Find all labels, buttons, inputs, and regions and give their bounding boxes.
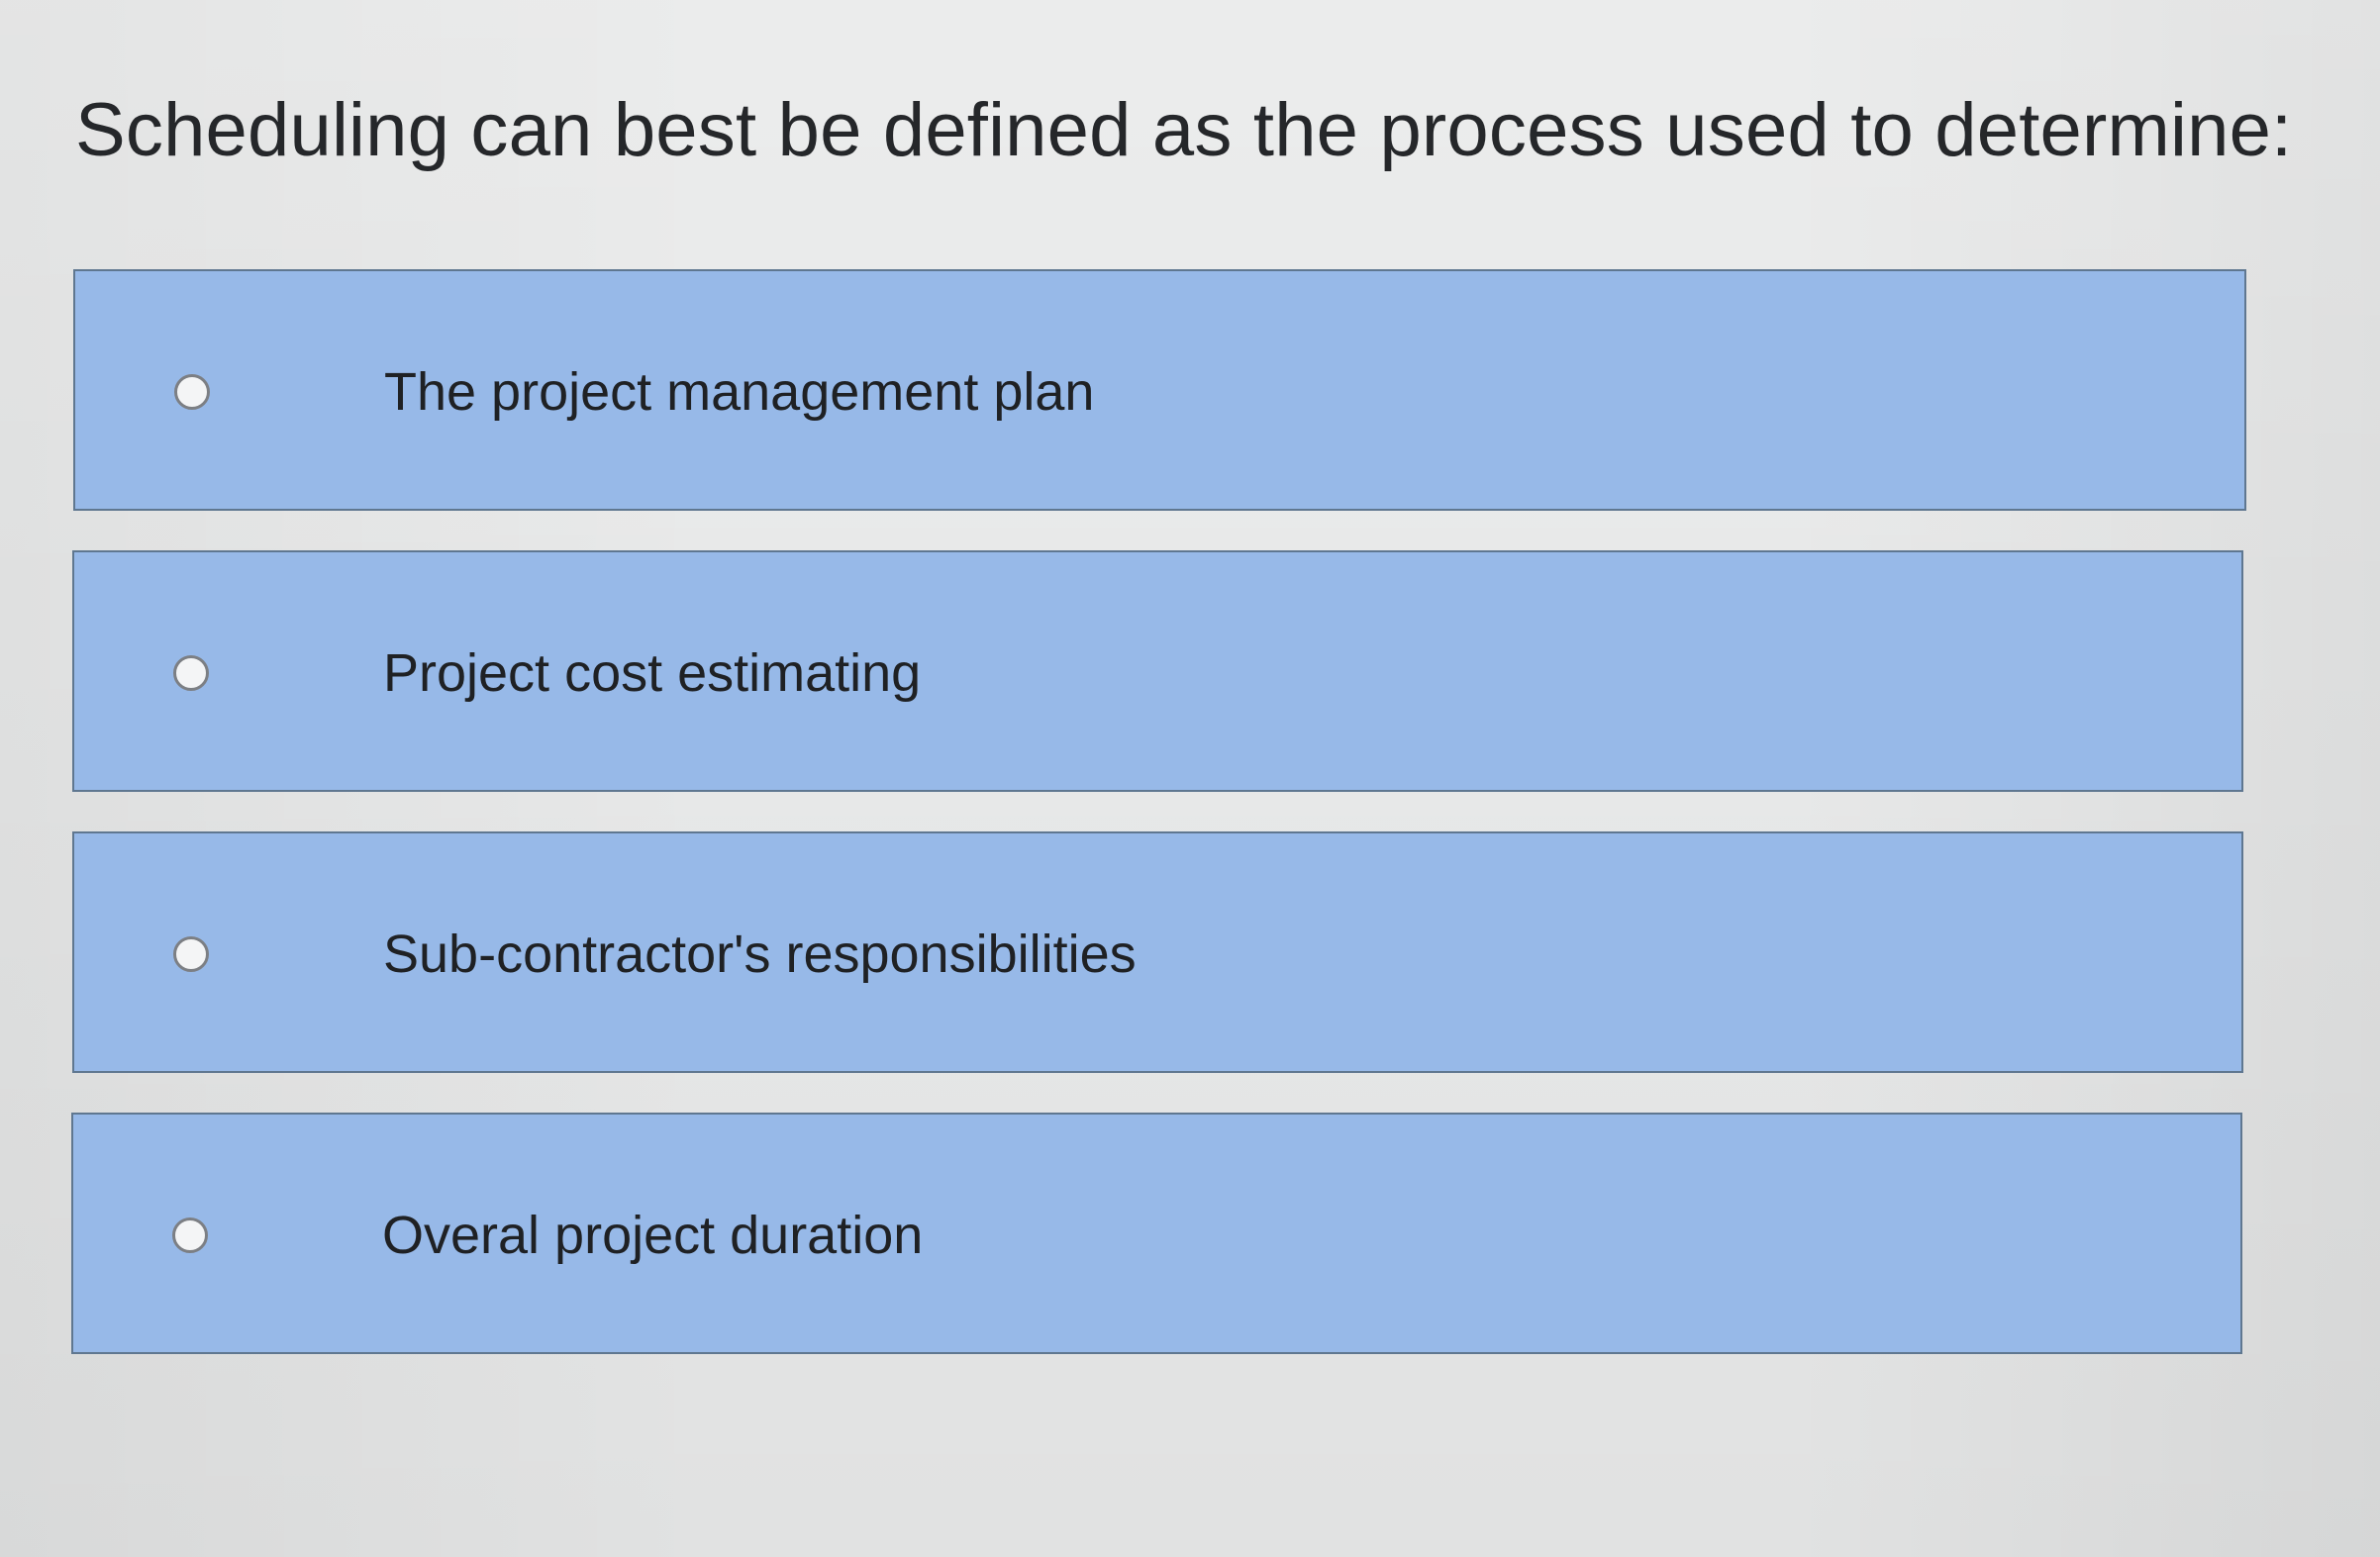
radio-button-icon[interactable]: [174, 374, 210, 410]
answer-option-4[interactable]: Overal project duration: [71, 1113, 2242, 1354]
answer-option-label: Sub-contractor's responsibilities: [383, 924, 1137, 984]
answer-option-1[interactable]: The project management plan: [73, 269, 2246, 511]
question-text: Scheduling can best be defined as the pr…: [75, 88, 2293, 172]
answer-options: The project management plan Project cost…: [71, 269, 2246, 1394]
answer-option-label: Overal project duration: [382, 1206, 924, 1265]
radio-button-icon[interactable]: [172, 1217, 208, 1253]
answer-option-3[interactable]: Sub-contractor's responsibilities: [72, 831, 2243, 1073]
answer-option-2[interactable]: Project cost estimating: [72, 550, 2243, 792]
radio-button-icon[interactable]: [173, 936, 209, 972]
answer-option-label: The project management plan: [384, 362, 1095, 422]
answer-option-label: Project cost estimating: [383, 643, 922, 703]
radio-button-icon[interactable]: [173, 655, 209, 691]
